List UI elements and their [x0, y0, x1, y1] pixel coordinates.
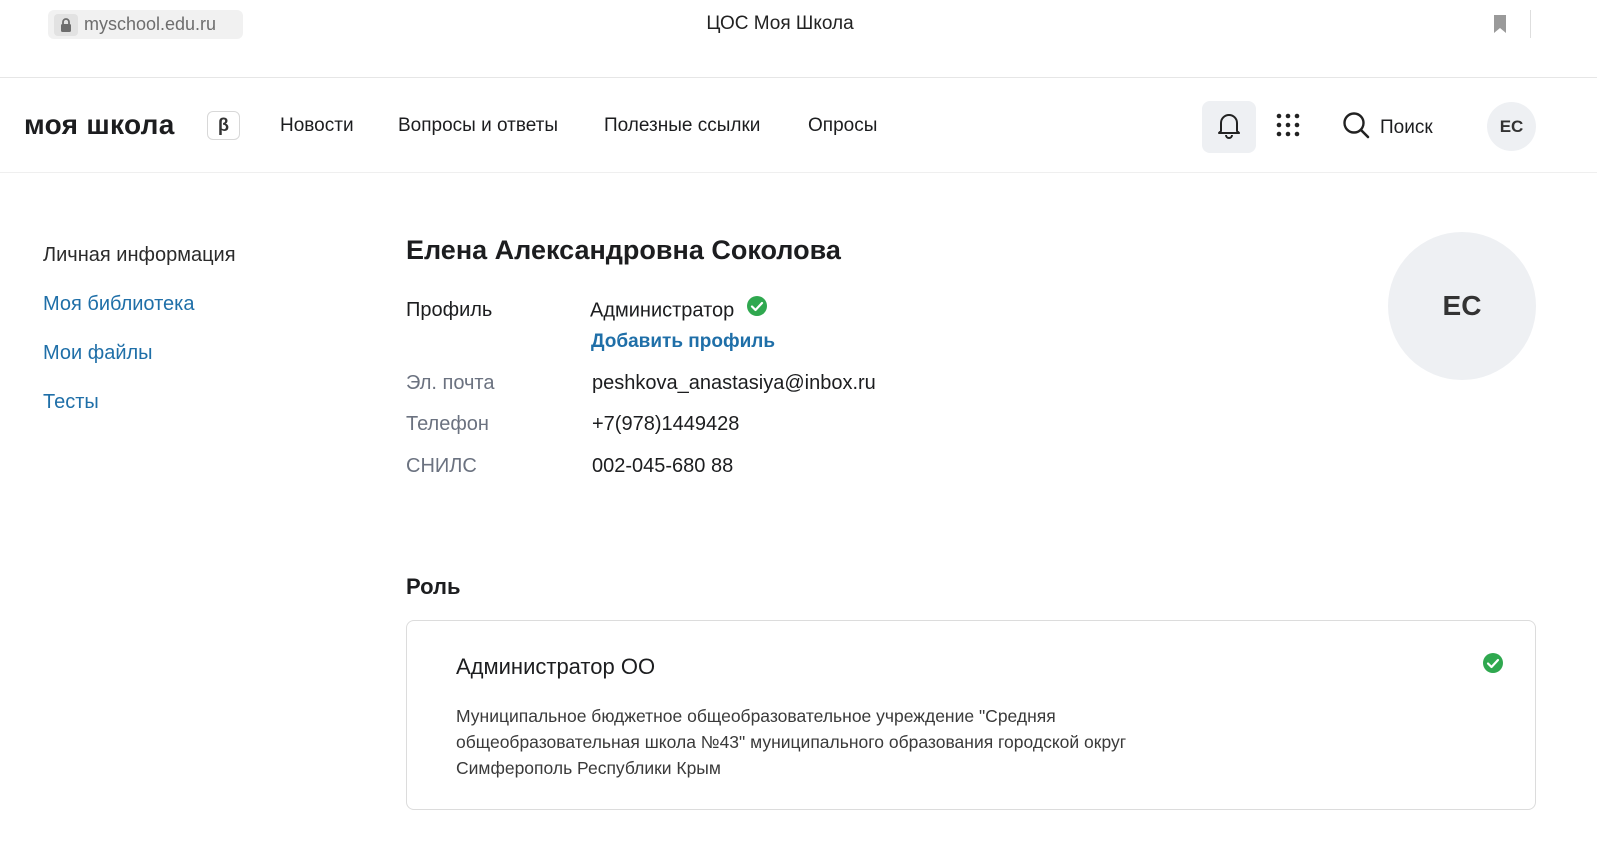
bookmark-icon[interactable] [1492, 14, 1508, 39]
profile-label: Профиль [406, 299, 493, 321]
user-avatar[interactable]: ЕС [1487, 102, 1536, 151]
role-card[interactable]: Администратор ОО Муниципальное бюджетное… [406, 620, 1536, 810]
role-description: Муниципальное бюджетное общеобразователь… [456, 706, 1127, 778]
nav-news[interactable]: Новости [280, 115, 354, 137]
add-profile-link[interactable]: Добавить профиль [591, 331, 775, 353]
browser-bar: myschool.edu.ru ЦОС Моя Школа [0, 0, 1597, 78]
search-label: Поиск [1380, 116, 1433, 138]
sidebar-item-personal-info[interactable]: Личная информация [43, 244, 236, 267]
site-header: моя школа β Новости Вопросы и ответы Пол… [0, 79, 1597, 173]
nav-useful-links[interactable]: Полезные ссылки [604, 115, 760, 137]
snils-value: 002-045-680 88 [592, 455, 734, 477]
search-icon [1342, 111, 1370, 144]
phone-value: +7(978)1449428 [592, 413, 740, 435]
beta-badge: β [207, 111, 240, 140]
role-section-title: Роль [406, 574, 461, 599]
divider [1530, 10, 1531, 38]
snils-label: СНИЛС [406, 455, 477, 477]
page-tab-title: ЦОС Моя Школа [706, 13, 854, 34]
site-logo[interactable]: моя школа [24, 109, 175, 141]
page-title: Елена Александровна Соколова [406, 235, 841, 265]
sidebar-item-library[interactable]: Моя библиотека [43, 293, 194, 316]
profile-avatar: ЕС [1388, 232, 1536, 380]
nav-polls[interactable]: Опросы [808, 115, 877, 137]
profile-value-row: Администратор [590, 296, 768, 323]
apps-grid-icon[interactable] [1276, 113, 1300, 142]
notifications-button[interactable] [1202, 101, 1256, 153]
profile-value: Администратор [590, 299, 735, 322]
email-value: peshkova_anastasiya@inbox.ru [592, 372, 876, 394]
sidebar-item-tests[interactable]: Тесты [43, 391, 99, 414]
search-button[interactable]: Поиск [1342, 111, 1433, 144]
sidebar-item-files[interactable]: Мои файлы [43, 342, 153, 365]
email-label: Эл. почта [406, 372, 495, 394]
role-title: Администратор ОО [456, 654, 656, 679]
nav-faq[interactable]: Вопросы и ответы [398, 115, 558, 137]
phone-label: Телефон [406, 413, 489, 435]
role-active-check-icon [1482, 652, 1504, 679]
bell-icon [1216, 111, 1242, 144]
verified-check-icon [740, 296, 768, 323]
